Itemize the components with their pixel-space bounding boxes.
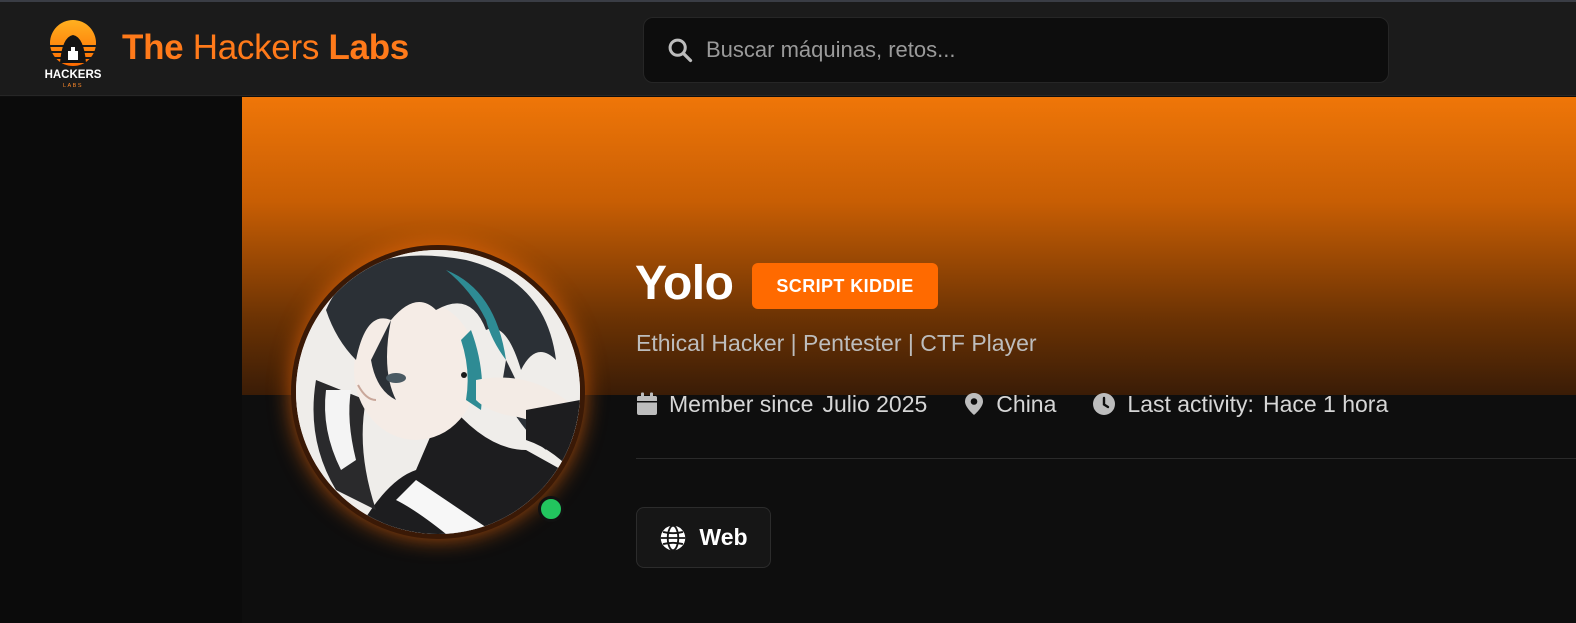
location-value: China bbox=[996, 390, 1057, 417]
brand-word-the: The bbox=[122, 28, 184, 67]
profile-username: Yolo bbox=[635, 257, 734, 310]
search-input[interactable] bbox=[706, 37, 1346, 63]
member-since: Member since Julio 2025 bbox=[636, 391, 927, 418]
brand-title[interactable]: The Hackers Labs bbox=[122, 28, 409, 68]
logo-text: HACKERS bbox=[45, 69, 102, 81]
web-link-label: Web bbox=[699, 524, 748, 550]
online-status-indicator bbox=[538, 496, 564, 522]
logo-emblem-icon: HACKERS LABS bbox=[45, 20, 102, 89]
last-activity: Last activity: Hace 1 hora bbox=[1092, 391, 1388, 418]
member-since-label: Member since bbox=[669, 390, 814, 417]
globe-icon bbox=[661, 524, 686, 551]
location: China bbox=[963, 391, 1056, 418]
sidebar bbox=[0, 97, 242, 623]
last-activity-label: Last activity: bbox=[1127, 390, 1254, 417]
site-logo[interactable]: HACKERS LABS bbox=[38, 19, 108, 91]
top-navbar: HACKERS LABS The Hackers Labs bbox=[0, 2, 1576, 96]
section-divider bbox=[636, 458, 1576, 459]
last-activity-value: Hace 1 hora bbox=[1262, 390, 1389, 417]
clock-icon bbox=[1093, 393, 1116, 415]
search-bar[interactable] bbox=[643, 17, 1389, 83]
brand-word-hackers: Hackers bbox=[192, 28, 320, 67]
brand-word-labs: Labs bbox=[328, 28, 409, 67]
calendar-icon bbox=[637, 392, 657, 415]
avatar[interactable] bbox=[291, 245, 585, 539]
location-pin-icon bbox=[965, 393, 984, 415]
web-link-button[interactable]: Web bbox=[636, 507, 771, 568]
profile-meta: Member since Julio 2025 China Last activ… bbox=[636, 389, 1424, 419]
profile-bio: Ethical Hacker | Pentester | CTF Player bbox=[636, 330, 1037, 356]
avatar-image bbox=[296, 250, 580, 534]
search-icon bbox=[668, 38, 693, 63]
logo-subtext: LABS bbox=[63, 83, 83, 89]
rank-badge: SCRIPT KIDDIE bbox=[752, 263, 938, 309]
member-since-value: Julio 2025 bbox=[822, 390, 928, 417]
